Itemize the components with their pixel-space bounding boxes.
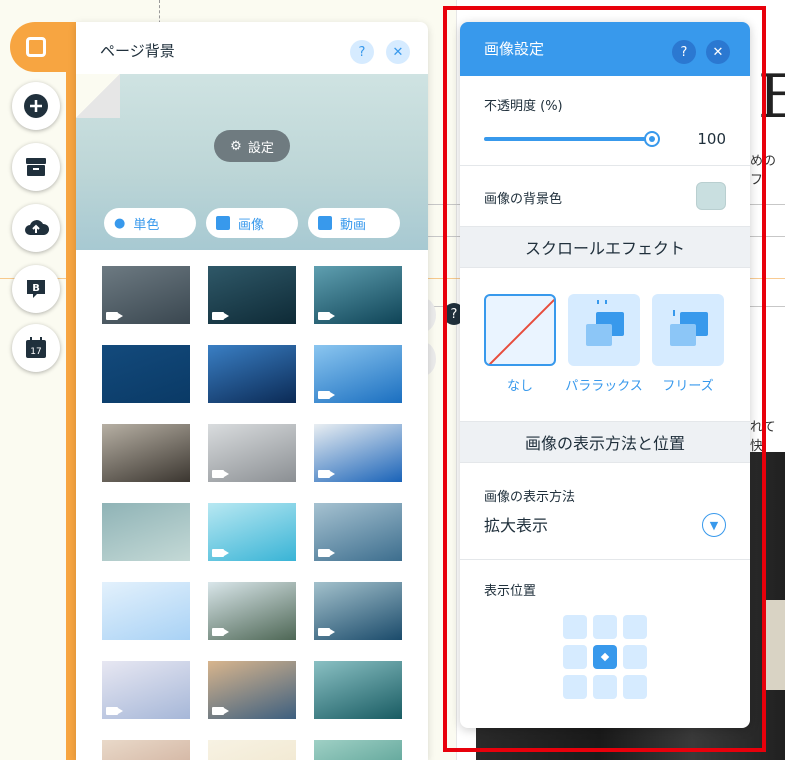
page-background-panel: ページ背景 ? ✕ ⚙ 設定 ● 単色 画像 動画 xyxy=(76,22,428,760)
background-thumbnail-underwater-ice[interactable] xyxy=(314,266,402,324)
calendar-icon: 17 xyxy=(26,337,46,358)
video-camera-icon xyxy=(106,707,123,715)
page-fold-icon xyxy=(76,74,120,118)
video-camera-icon xyxy=(318,312,335,320)
panel-title: ページ背景 xyxy=(100,42,175,60)
toolbar-add-button[interactable] xyxy=(12,82,60,130)
type-label: 動画 xyxy=(340,217,367,233)
video-camera-icon xyxy=(212,549,229,557)
background-thumbnail-laptop[interactable] xyxy=(208,424,296,482)
image-type-button[interactable]: 画像 xyxy=(206,208,298,238)
video-camera-icon xyxy=(212,707,229,715)
highlight-frame xyxy=(443,6,766,752)
settings-label: 設定 xyxy=(247,140,274,156)
close-button[interactable]: ✕ xyxy=(386,40,410,64)
cloud-upload-icon xyxy=(25,220,49,235)
type-label: 単色 xyxy=(133,217,160,233)
toolbar-background-button[interactable] xyxy=(10,22,74,72)
background-thumbnail-snow-mountains[interactable] xyxy=(314,582,402,640)
background-thumbnail-palm-trees[interactable] xyxy=(314,345,402,403)
background-thumbnail-dusk-mountains[interactable] xyxy=(102,740,190,760)
background-thumbnail-snowboarder[interactable] xyxy=(314,424,402,482)
background-thumbnail-misty-sea[interactable] xyxy=(102,503,190,561)
store-icon xyxy=(26,158,46,176)
background-thumbnail-dark-water[interactable] xyxy=(208,266,296,324)
video-type-button[interactable]: 動画 xyxy=(308,208,400,238)
video-camera-icon xyxy=(318,628,335,636)
video-icon xyxy=(318,216,332,230)
background-thumbnail-blue-ink[interactable] xyxy=(314,503,402,561)
background-thumbnail-blue-gingham[interactable] xyxy=(102,582,190,640)
video-camera-icon xyxy=(106,312,123,320)
video-camera-icon xyxy=(212,312,229,320)
background-thumbnail-jellyfish[interactable] xyxy=(208,345,296,403)
svg-text:17: 17 xyxy=(30,347,41,357)
svg-text:B: B xyxy=(32,283,40,294)
color-type-button[interactable]: ● 単色 xyxy=(104,208,196,238)
gear-icon: ⚙ xyxy=(230,138,242,154)
background-thumbnail-mountain-sun[interactable] xyxy=(208,582,296,640)
image-icon xyxy=(216,216,230,230)
toolbar-blog-button[interactable]: B xyxy=(12,265,60,313)
background-thumbnail-pale-sand[interactable] xyxy=(208,740,296,760)
background-thumbnail-cafe-sign[interactable] xyxy=(102,424,190,482)
toolbar-active-strip xyxy=(66,22,76,760)
help-button[interactable]: ? xyxy=(350,40,374,64)
video-camera-icon xyxy=(212,628,229,636)
toolbar-bookings-button[interactable]: 17 xyxy=(12,324,60,372)
background-thumbnail-bokeh[interactable] xyxy=(102,661,190,719)
background-thumbnail-blue-dots[interactable] xyxy=(102,345,190,403)
background-thumbnail-green-sea[interactable] xyxy=(314,740,402,760)
video-camera-icon xyxy=(318,549,335,557)
type-label: 画像 xyxy=(238,217,265,233)
video-camera-icon xyxy=(318,470,335,478)
drop-icon: ● xyxy=(114,215,126,231)
plus-circle-icon xyxy=(24,94,48,118)
blog-b-icon: B xyxy=(27,280,45,298)
page-square-icon xyxy=(26,37,46,57)
background-thumbnail-beach-sunset[interactable] xyxy=(208,661,296,719)
background-thumbnail-water-drop[interactable] xyxy=(208,503,296,561)
video-camera-icon xyxy=(212,470,229,478)
background-thumbnail-storm-clouds[interactable] xyxy=(102,266,190,324)
toolbar-upload-button[interactable] xyxy=(12,204,60,252)
background-settings-button[interactable]: ⚙ 設定 xyxy=(214,130,290,162)
background-thumbnail-teal-ocean[interactable] xyxy=(314,661,402,719)
toolbar-app-market-button[interactable] xyxy=(12,143,60,191)
video-camera-icon xyxy=(318,391,335,399)
